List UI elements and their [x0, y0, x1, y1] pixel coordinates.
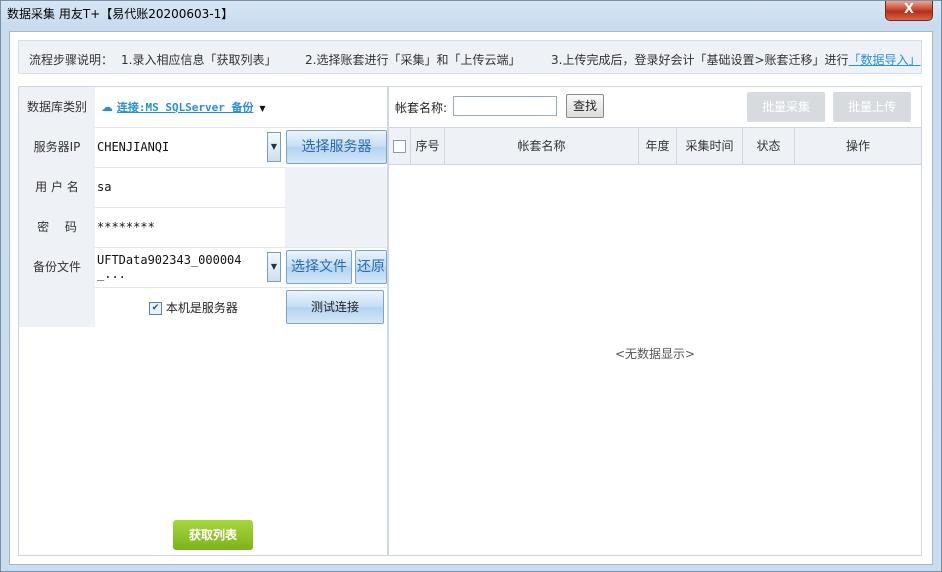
- column-header[interactable]: 操作: [795, 128, 921, 164]
- db-type-link[interactable]: 连接:MS SQLServer 备份: [117, 101, 254, 114]
- test-connection-button[interactable]: 测试连接: [286, 290, 384, 324]
- local-server-checkbox[interactable]: ✔ 本机是服务器: [149, 299, 238, 316]
- select-server-button[interactable]: 选择服务器: [286, 130, 387, 164]
- local-server-row: ✔ 本机是服务器 测试连接: [19, 287, 387, 327]
- table-header: 序号 帐套名称 年度 采集时间 状态 操作: [389, 127, 921, 165]
- find-button[interactable]: 查找: [566, 94, 604, 118]
- local-server-label: 本机是服务器: [165, 301, 238, 315]
- account-search-label: 帐套名称:: [395, 101, 448, 115]
- step-1: 1.录入相应信息「获取列表」: [121, 53, 277, 67]
- window-title: 数据采集 用友T+【易代账20200603-1】: [7, 7, 234, 21]
- app-window: 数据采集 用友T+【易代账20200603-1】 X 流程步骤说明： 1.录入相…: [0, 0, 942, 572]
- server-ip-dropdown-icon[interactable]: ▼: [267, 132, 281, 162]
- data-import-link[interactable]: 「数据导入」: [849, 53, 921, 67]
- backup-file-combo[interactable]: UFTData902343_000004_...: [95, 253, 267, 283]
- dropdown-arrow-icon[interactable]: ▼: [259, 104, 265, 113]
- password-row: 密 码 ********: [19, 207, 387, 248]
- backup-file-label: 备份文件: [19, 247, 95, 287]
- account-search-input[interactable]: [453, 96, 557, 116]
- server-ip-row: 服务器IP CHENJIANQI ▼ 选择服务器: [19, 127, 387, 168]
- server-ip-label: 服务器IP: [19, 127, 95, 167]
- batch-collect-button[interactable]: 批量采集: [747, 92, 825, 122]
- username-label: 用 户 名: [19, 167, 95, 207]
- username-row-pad: [285, 167, 387, 207]
- step-3-text: 3.上传完成后，登录好会计「基础设置>账套迁移」进行: [551, 53, 849, 67]
- backup-file-dropdown-icon[interactable]: ▼: [267, 252, 281, 282]
- restore-button[interactable]: 还原: [355, 250, 387, 284]
- cloud-icon: ☁: [101, 100, 113, 114]
- process-steps-bar: 流程步骤说明： 1.录入相应信息「获取列表」 2.选择账套进行「采集」和「上传云…: [18, 40, 922, 74]
- db-type-selector[interactable]: ☁ 连接:MS SQLServer 备份 ▼: [99, 87, 266, 127]
- column-header[interactable]: 帐套名称: [445, 128, 639, 164]
- close-button[interactable]: X: [885, 1, 933, 21]
- select-all-checkbox[interactable]: [389, 128, 411, 164]
- username-input[interactable]: sa: [95, 167, 285, 207]
- column-header[interactable]: 年度: [639, 128, 677, 164]
- backup-file-row: 备份文件 UFTData902343_000004_... ▼ 选择文件 还原: [19, 247, 387, 288]
- select-file-button[interactable]: 选择文件: [286, 250, 352, 284]
- db-type-label: 数据库类别: [19, 87, 95, 127]
- step-2: 2.选择账套进行「采集」和「上传云端」: [305, 53, 521, 67]
- column-header[interactable]: 状态: [743, 128, 795, 164]
- server-ip-combo[interactable]: CHENJIANQI: [95, 127, 269, 167]
- account-toolbar: 帐套名称: 查找 批量采集 批量上传: [389, 87, 921, 127]
- checkbox-checked-icon[interactable]: ✔: [149, 302, 162, 315]
- local-server-label-pad: [19, 287, 95, 327]
- checkbox-icon[interactable]: [393, 140, 406, 153]
- password-input[interactable]: ********: [95, 207, 285, 247]
- steps-prefix: 流程步骤说明：: [29, 53, 114, 67]
- get-list-button[interactable]: 获取列表: [173, 520, 253, 550]
- password-label: 密 码: [19, 207, 95, 247]
- connection-panel: 数据库类别 ☁ 连接:MS SQLServer 备份 ▼ 服务器IP CHENJ…: [18, 86, 388, 556]
- client-area: 流程步骤说明： 1.录入相应信息「获取列表」 2.选择账套进行「采集」和「上传云…: [9, 31, 933, 565]
- title-bar: 数据采集 用友T+【易代账20200603-1】 X: [1, 1, 941, 27]
- account-list-panel: 帐套名称: 查找 批量采集 批量上传 序号 帐套名称 年度 采集时间 状态 操作…: [388, 86, 922, 556]
- username-row: 用 户 名 sa: [19, 167, 387, 208]
- empty-state-text: <无数据显示>: [614, 347, 696, 361]
- password-row-pad: [285, 207, 387, 247]
- db-type-row: 数据库类别 ☁ 连接:MS SQLServer 备份 ▼: [19, 87, 387, 128]
- column-header[interactable]: 采集时间: [677, 128, 743, 164]
- batch-upload-button[interactable]: 批量上传: [833, 92, 911, 122]
- column-header[interactable]: 序号: [411, 128, 445, 164]
- step-3: 3.上传完成后，登录好会计「基础设置>账套迁移」进行「数据导入」: [551, 51, 921, 68]
